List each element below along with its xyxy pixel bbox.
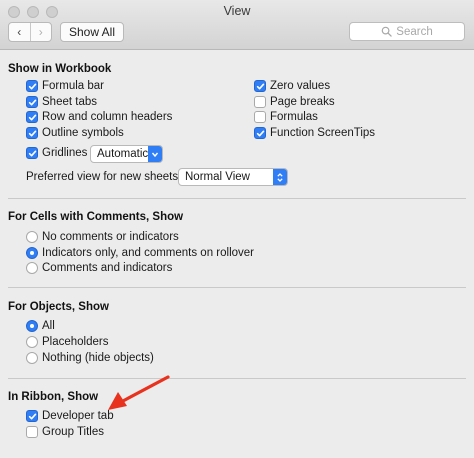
chevron-left-icon: ‹ (17, 25, 22, 39)
section-divider (8, 378, 466, 379)
option-all-objects[interactable]: All (26, 320, 55, 332)
developer-tab-checkbox[interactable] (26, 410, 38, 422)
all-objects-label: All (42, 320, 55, 332)
preferred-view-label: Preferred view for new sheets: (26, 171, 182, 183)
function-screentips-checkbox[interactable] (254, 127, 266, 139)
formulas-checkbox[interactable] (254, 111, 266, 123)
zero-values-label: Zero values (270, 80, 331, 92)
page-breaks-label: Page breaks (270, 96, 335, 108)
option-developer-tab[interactable]: Developer tab (26, 410, 114, 422)
sheet-tabs-label: Sheet tabs (42, 96, 97, 108)
option-indicators-only[interactable]: Indicators only, and comments on rollove… (26, 247, 254, 259)
chevron-right-icon: › (38, 25, 43, 39)
no-comments-radio[interactable] (26, 231, 38, 243)
window-title: View (223, 4, 251, 18)
option-group-titles[interactable]: Group Titles (26, 426, 104, 438)
group-titles-checkbox[interactable] (26, 426, 38, 438)
option-outline-symbols[interactable]: Outline symbols (26, 127, 124, 139)
section-divider (8, 287, 466, 288)
option-page-breaks[interactable]: Page breaks (254, 96, 335, 108)
formula-bar-checkbox[interactable] (26, 80, 38, 92)
formula-bar-label: Formula bar (42, 80, 104, 92)
zero-values-checkbox[interactable] (254, 80, 266, 92)
title-bar: View ‹ › Show All Search (0, 0, 474, 50)
chevron-updown-icon (273, 169, 287, 185)
preferred-view-popup[interactable]: Normal View (178, 168, 288, 186)
page-breaks-checkbox[interactable] (254, 96, 266, 108)
indicators-only-label: Indicators only, and comments on rollove… (42, 247, 254, 259)
back-button[interactable]: ‹ (9, 23, 30, 41)
option-row-column-headers[interactable]: Row and column headers (26, 111, 172, 123)
forward-button[interactable]: › (29, 23, 52, 41)
comments-and-indicators-radio[interactable] (26, 262, 38, 274)
developer-tab-label: Developer tab (42, 410, 114, 422)
function-screentips-label: Function ScreenTips (270, 127, 376, 139)
no-comments-label: No comments or indicators (42, 231, 179, 243)
outline-symbols-checkbox[interactable] (26, 127, 38, 139)
navigation-buttons: ‹ › (8, 22, 52, 42)
gridlines-color-value: Automatic (97, 148, 149, 160)
option-zero-values[interactable]: Zero values (254, 80, 330, 92)
placeholders-label: Placeholders (42, 336, 109, 348)
row-column-headers-checkbox[interactable] (26, 111, 38, 123)
option-hide-objects[interactable]: Nothing (hide objects) (26, 352, 154, 364)
option-comments-and-indicators[interactable]: Comments and indicators (26, 262, 172, 274)
hide-objects-label: Nothing (hide objects) (42, 352, 154, 364)
option-gridlines[interactable]: Gridlines (26, 147, 87, 159)
search-placeholder: Search (396, 25, 433, 38)
placeholders-radio[interactable] (26, 336, 38, 348)
all-objects-radio[interactable] (26, 320, 38, 332)
group-titles-label: Group Titles (42, 426, 104, 438)
preferred-view-value: Normal View (185, 171, 250, 183)
comments-and-indicators-label: Comments and indicators (42, 262, 173, 274)
view-preferences-window: View ‹ › Show All Search Show in Workboo… (0, 0, 474, 458)
hide-objects-radio[interactable] (26, 352, 38, 364)
option-sheet-tabs[interactable]: Sheet tabs (26, 96, 97, 108)
show-all-button[interactable]: Show All (60, 22, 124, 42)
indicators-only-radio[interactable] (26, 247, 38, 259)
gridlines-label: Gridlines (42, 147, 88, 159)
option-function-screentips[interactable]: Function ScreenTips (254, 127, 375, 139)
gridlines-color-popup[interactable]: Automatic (90, 145, 163, 163)
ribbon-section-title: In Ribbon, Show (8, 391, 99, 403)
gridlines-checkbox[interactable] (26, 147, 38, 159)
search-icon (381, 26, 393, 37)
sheet-tabs-checkbox[interactable] (26, 96, 38, 108)
formulas-label: Formulas (270, 111, 318, 123)
section-divider (8, 198, 466, 199)
row-column-headers-label: Row and column headers (42, 111, 173, 123)
option-formula-bar[interactable]: Formula bar (26, 80, 104, 92)
option-placeholders[interactable]: Placeholders (26, 336, 108, 348)
search-field[interactable]: Search (349, 22, 465, 41)
workbook-section-title: Show in Workbook (8, 63, 112, 75)
option-formulas[interactable]: Formulas (254, 111, 318, 123)
outline-symbols-label: Outline symbols (42, 127, 124, 139)
comments-section-title: For Cells with Comments, Show (8, 211, 184, 223)
objects-section-title: For Objects, Show (8, 301, 109, 313)
option-no-comments[interactable]: No comments or indicators (26, 231, 179, 243)
chevron-down-icon (148, 146, 162, 162)
